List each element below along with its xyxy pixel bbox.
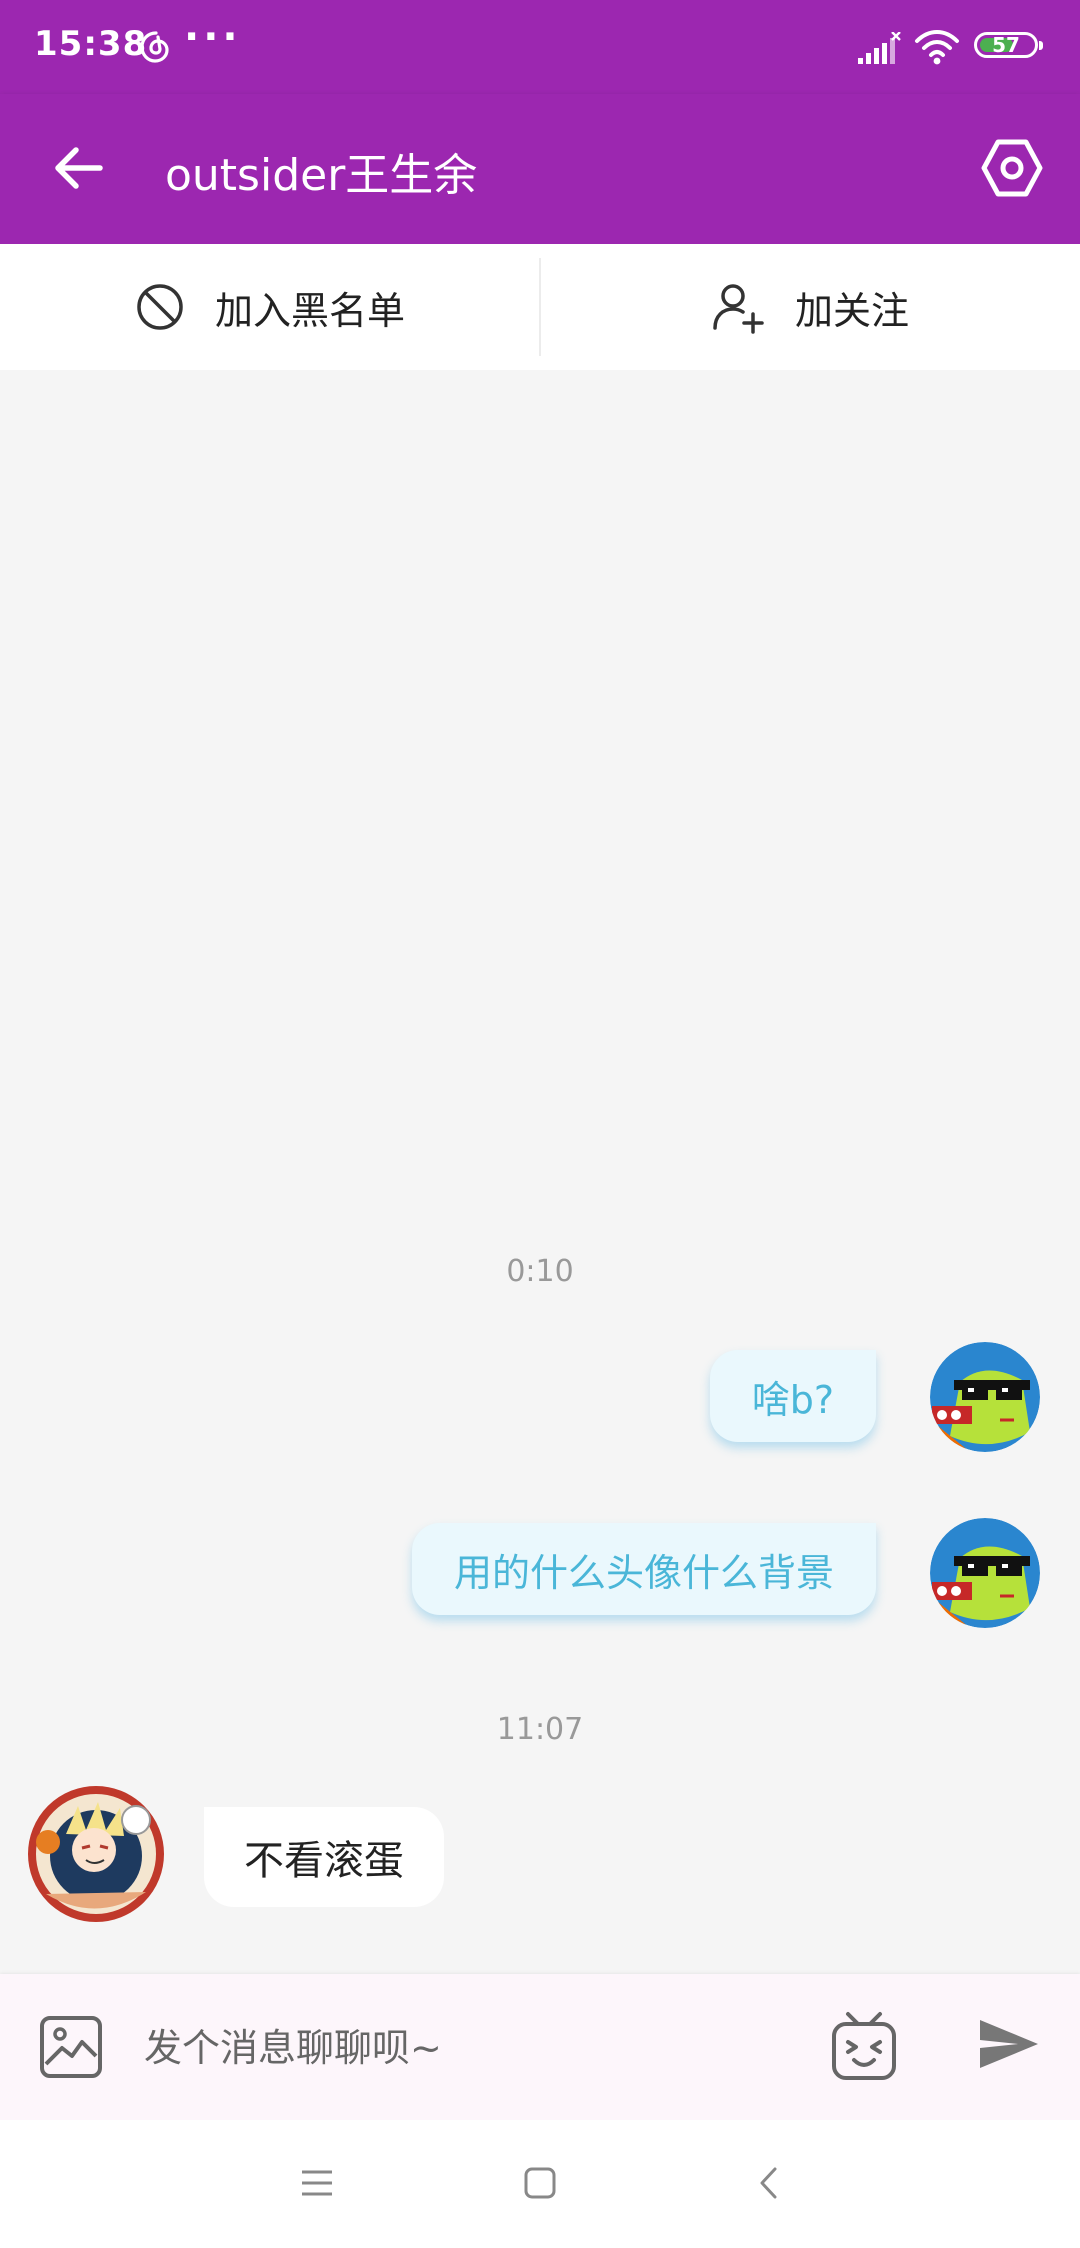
image-picker-icon[interactable] [38,2014,104,2080]
battery-tip [1039,41,1043,50]
signal-icon [858,32,901,64]
send-icon[interactable] [978,2016,1040,2072]
sent-message-bubble[interactable]: 用的什么头像什么背景 [411,1523,876,1615]
frog-sunglasses-avatar-image [930,1342,1040,1452]
message-timestamp: 11:07 [496,1712,584,1747]
follow-button[interactable]: 加关注 [540,244,1080,370]
action-bar: 加入黑名单 加关注 [0,244,1080,370]
battery-icon: 57 [974,32,1043,58]
sent-message-bubble[interactable]: 啥b? [709,1350,876,1442]
app-bar: outsider王生余 [0,94,1080,244]
anime-character-avatar-image [28,1786,164,1922]
hexagon-settings-icon[interactable] [980,136,1044,200]
status-time: 15:38 [34,24,148,64]
follow-label: 加关注 [794,288,909,333]
add-user-icon [713,284,764,334]
message-input-bar [0,1974,1080,2120]
frog-sunglasses-avatar-image [930,1518,1040,1628]
my-avatar[interactable] [930,1518,1040,1628]
contact-avatar[interactable] [26,1784,166,1924]
my-avatar[interactable] [930,1342,1040,1452]
message-timestamp: 0:10 [506,1254,574,1289]
message-input[interactable] [142,2008,796,2088]
block-user-button[interactable]: 加入黑名单 [0,244,540,370]
system-navigation-bar [0,2120,1080,2248]
received-message-bubble[interactable]: 不看滚蛋 [204,1807,444,1907]
arrow-left-icon[interactable] [48,138,108,198]
block-icon [137,284,183,330]
home-square-icon[interactable] [523,2166,557,2200]
netease-music-icon [140,31,169,63]
back-chevron-icon[interactable] [753,2166,787,2200]
more-notifications-indicator: ··· [184,14,242,60]
wifi-icon [915,30,959,65]
block-user-label: 加入黑名单 [214,288,405,333]
status-bar: 15:38 ··· 57 [0,0,1080,94]
chat-title: outsider王生余 [165,150,478,201]
menu-icon[interactable] [300,2166,334,2200]
battery-percentage: 57 [992,33,1020,57]
emoji-face-icon[interactable] [830,2010,898,2082]
